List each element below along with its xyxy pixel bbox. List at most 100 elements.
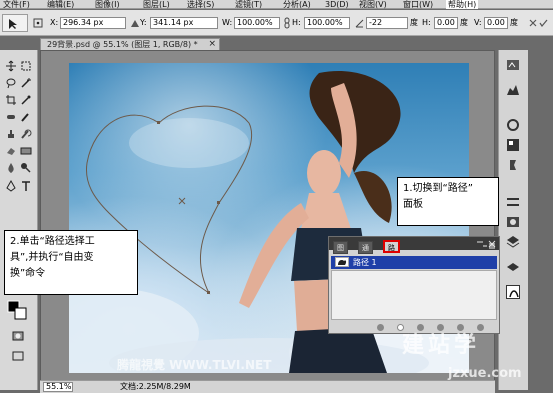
menu-3d[interactable]: 3D(D): [325, 0, 349, 9]
tab-channels[interactable]: 通道: [358, 241, 373, 264]
v-skew-unit: 度: [510, 18, 518, 27]
cancel-commit-icons[interactable]: [528, 17, 548, 29]
layers-icon[interactable]: [506, 235, 520, 249]
path-thumbnail: [335, 257, 349, 267]
rotate-icon: [355, 19, 364, 28]
pen-tool-icon[interactable]: [5, 180, 17, 192]
stroke-path-icon[interactable]: [397, 324, 404, 331]
paths-panel: 图层 通道 路径 路径 1: [328, 236, 500, 334]
menu-bar: 文件(F) 编辑(E) 图像(I) 图层(L) 选择(S) 滤镜(T) 分析(A…: [0, 0, 553, 9]
paths-list-area: [331, 270, 497, 320]
menu-edit[interactable]: 编辑(E): [47, 0, 74, 9]
tab-paths[interactable]: 路径: [383, 240, 400, 264]
marquee-tool-icon[interactable]: [20, 60, 32, 72]
fill-path-icon[interactable]: [377, 324, 384, 331]
menu-analysis[interactable]: 分析(A): [283, 0, 311, 9]
callout-right-line2: 面板: [403, 199, 423, 210]
make-work-path-icon[interactable]: [437, 324, 444, 331]
magic-wand-icon[interactable]: [20, 77, 32, 89]
clone-stamp-icon[interactable]: [5, 128, 17, 140]
channels-icon[interactable]: [506, 260, 520, 274]
options-bar: X: 296.34 px Y: 341.14 px W: 100.00% H: …: [0, 10, 553, 36]
v-skew-field[interactable]: 0.00: [484, 17, 508, 29]
delete-path-icon[interactable]: [477, 324, 484, 331]
menu-view[interactable]: 视图(V): [359, 0, 387, 9]
adjustments-icon[interactable]: [506, 195, 520, 209]
blur-tool-icon[interactable]: [5, 162, 17, 174]
rotate-unit: 度: [410, 18, 418, 27]
reference-point-icon[interactable]: [33, 17, 43, 29]
x-field[interactable]: 296.34 px: [60, 17, 126, 29]
tool-preset-picker[interactable]: [2, 14, 28, 32]
load-as-selection-icon[interactable]: [417, 324, 424, 331]
move-tool-icon[interactable]: [5, 60, 17, 72]
doc-size-info[interactable]: 文档:2.25M/8.29M: [120, 382, 191, 392]
callout-left-line3: 换”命令: [10, 268, 46, 279]
path-shape-icon: [338, 260, 347, 265]
menu-file[interactable]: 文件(F): [3, 0, 30, 9]
gradient-tool-icon[interactable]: [20, 145, 32, 157]
lasso-tool-icon[interactable]: [5, 77, 17, 89]
logo-watermark: 建站学: [402, 333, 481, 358]
eraser-icon[interactable]: [5, 145, 17, 157]
document-tab[interactable]: 29背景.psd @ 55.1% (图层 1, RGB/8) * ×: [40, 38, 220, 50]
history-brush-icon[interactable]: [20, 128, 32, 140]
w-label: W:: [222, 18, 233, 27]
new-path-icon[interactable]: [457, 324, 464, 331]
height-field[interactable]: 100.00%: [304, 17, 350, 29]
quick-mask-icon[interactable]: [12, 330, 24, 342]
h-skew-unit: 度: [460, 18, 468, 27]
callout-left: 2.单击“路径选择工 具”,并执行“自由变 换”命令: [4, 230, 138, 295]
crop-tool-icon[interactable]: [5, 94, 17, 106]
dodge-tool-icon[interactable]: [20, 162, 32, 174]
styles-icon[interactable]: [506, 158, 520, 172]
screen-mode-icon[interactable]: [12, 350, 24, 362]
callout-left-line2: 具”,并执行“自由变: [10, 252, 94, 263]
menu-layer[interactable]: 图层(L): [143, 0, 170, 9]
triangle-icon[interactable]: [130, 17, 140, 29]
callout-right-line1: 1.切换到“路径”: [403, 183, 473, 194]
width-field[interactable]: 100.00%: [234, 17, 280, 29]
panel-header: [329, 237, 499, 250]
menu-help[interactable]: 帮助(H): [446, 0, 479, 9]
close-tab-icon[interactable]: ×: [208, 39, 216, 50]
swatches-icon[interactable]: [506, 138, 520, 152]
mini-bridge-icon[interactable]: [506, 58, 520, 72]
status-bar: 55.1% 文档:2.25M/8.29M: [40, 380, 495, 393]
path-name: 路径 1: [353, 258, 377, 267]
color-swatches-icon[interactable]: [7, 300, 29, 320]
link-icon[interactable]: [282, 17, 292, 29]
panel-footer: [329, 323, 499, 333]
tab-layers[interactable]: 图层: [333, 241, 348, 264]
panel-menu-icon[interactable]: [482, 242, 496, 250]
color-panel-icon[interactable]: [506, 118, 520, 132]
y-label: Y:: [140, 18, 147, 27]
toolbox: [0, 50, 38, 390]
menu-image[interactable]: 图像(I): [95, 0, 120, 9]
masks-icon[interactable]: [506, 215, 520, 229]
histogram-icon[interactable]: [506, 82, 520, 96]
healing-brush-icon[interactable]: [5, 111, 17, 123]
zoom-field[interactable]: 55.1%: [43, 382, 73, 392]
y-field[interactable]: 341.14 px: [150, 17, 218, 29]
type-tool-icon[interactable]: [20, 180, 32, 192]
rotate-field[interactable]: -22: [366, 17, 408, 29]
menu-filter[interactable]: 滤镜(T): [235, 0, 262, 9]
h-skew-label: H:: [422, 18, 431, 27]
transform-tool-icon: [9, 19, 17, 29]
eyedropper-icon[interactable]: [20, 94, 32, 106]
v-skew-label: V:: [474, 18, 482, 27]
callout-right: 1.切换到“路径” 面板: [397, 177, 499, 226]
document-title: 29背景.psd @ 55.1% (图层 1, RGB/8) *: [47, 40, 198, 49]
paths-panel-icon[interactable]: [506, 285, 520, 299]
h-skew-field[interactable]: 0.00: [434, 17, 458, 29]
menu-select[interactable]: 选择(S): [187, 0, 214, 9]
menu-window[interactable]: 窗口(W): [403, 0, 433, 9]
brush-tool-icon[interactable]: [20, 111, 32, 123]
site-watermark: 腾龍視覺 WWW.TLVI.NET: [117, 358, 272, 372]
logo-url-watermark: jzxue.com: [448, 366, 522, 381]
h-label: H:: [292, 18, 301, 27]
callout-left-line1: 2.单击“路径选择工: [10, 236, 95, 247]
panel-dock: [498, 50, 528, 390]
path-row[interactable]: 路径 1: [331, 256, 497, 269]
